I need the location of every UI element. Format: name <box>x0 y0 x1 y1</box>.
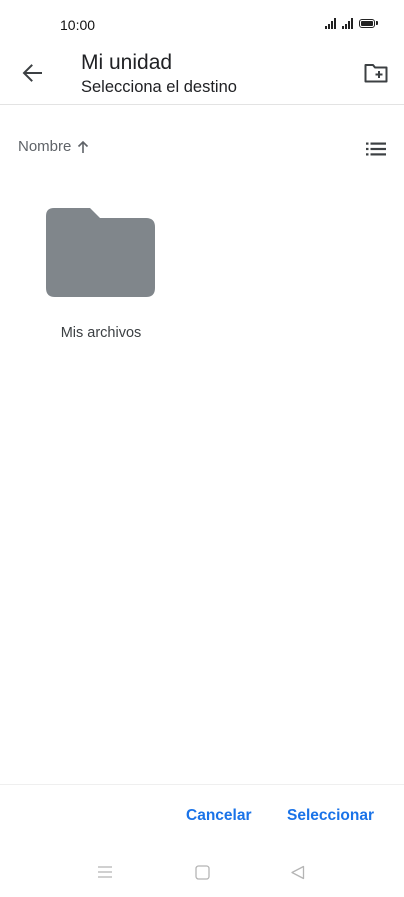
folder-icon <box>46 208 155 297</box>
battery-icon <box>359 18 378 28</box>
title-block: Mi unidad Selecciona el destino <box>81 50 237 98</box>
cancel-button[interactable]: Cancelar <box>186 807 251 825</box>
create-new-folder-icon <box>364 64 388 83</box>
app-bar: Mi unidad Selecciona el destino <box>0 48 404 105</box>
sort-label: Nombre <box>18 138 72 155</box>
sort-row: Nombre <box>0 132 404 166</box>
list-view-button[interactable] <box>364 138 388 160</box>
home-icon[interactable] <box>195 865 210 880</box>
signal-icon <box>342 17 353 29</box>
select-button[interactable]: Seleccionar <box>287 807 374 825</box>
page-title: Mi unidad <box>81 51 173 74</box>
new-folder-button[interactable] <box>360 58 392 88</box>
menu-icon[interactable] <box>97 865 113 879</box>
status-icons <box>325 17 378 29</box>
action-bar: Cancelar Seleccionar <box>0 784 404 848</box>
sort-by-name-button[interactable]: Nombre <box>18 138 89 155</box>
back-triangle-icon[interactable] <box>290 865 305 880</box>
signal-icon <box>325 17 336 29</box>
nav-bar <box>0 848 404 897</box>
arrow-up-icon <box>78 140 89 153</box>
folder-name: Mis archivos <box>60 325 142 341</box>
arrow-back-icon <box>22 64 42 82</box>
list-view-icon <box>366 142 386 156</box>
status-bar: 10:00 <box>0 0 404 48</box>
screen: 10:00 Mi unidad Selecciona el destino No… <box>0 0 404 897</box>
back-button[interactable] <box>14 58 50 88</box>
status-time: 10:00 <box>60 17 96 33</box>
folder-item[interactable]: Mis archivos <box>40 202 162 352</box>
page-subtitle: Selecciona el destino <box>81 78 237 96</box>
